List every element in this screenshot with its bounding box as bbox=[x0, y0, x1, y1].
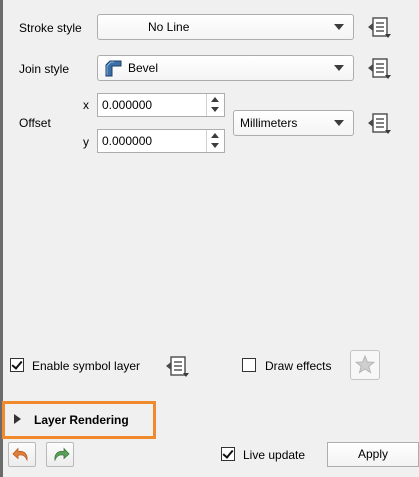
undo-icon bbox=[12, 447, 28, 462]
draw-effects-label: Draw effects bbox=[265, 359, 332, 373]
chevron-down-icon bbox=[334, 24, 344, 30]
arrow-down-icon[interactable] bbox=[211, 143, 219, 148]
offset-y-stepper[interactable] bbox=[206, 130, 224, 152]
enable-symbol-layer-checkbox[interactable] bbox=[10, 358, 24, 372]
arrow-up-icon[interactable] bbox=[211, 133, 219, 138]
join-style-data-defined-button[interactable] bbox=[365, 55, 393, 81]
arrow-up-icon[interactable] bbox=[211, 97, 219, 102]
offset-label: Offset bbox=[19, 116, 51, 130]
offset-x-stepper[interactable] bbox=[206, 94, 224, 116]
offset-unit-combo[interactable]: Millimeters bbox=[233, 110, 354, 136]
redo-button[interactable] bbox=[46, 442, 74, 467]
join-style-label: Join style bbox=[19, 62, 70, 76]
offset-y-label: y bbox=[83, 135, 89, 149]
draw-effects-checkbox[interactable] bbox=[242, 358, 256, 372]
apply-button[interactable]: Apply bbox=[327, 442, 419, 467]
checkmark-icon bbox=[222, 447, 234, 459]
offset-data-defined-button[interactable] bbox=[365, 110, 393, 136]
offset-y-spinbox[interactable]: 0.000000 bbox=[97, 129, 225, 153]
chevron-down-icon bbox=[334, 65, 344, 71]
offset-x-spinbox[interactable]: 0.000000 bbox=[97, 93, 225, 117]
offset-unit-value: Millimeters bbox=[240, 116, 298, 130]
stroke-style-value: No Line bbox=[148, 20, 190, 34]
stroke-style-combo[interactable]: No Line bbox=[97, 14, 354, 40]
arrow-down-icon[interactable] bbox=[211, 107, 219, 112]
enable-symbol-layer-data-defined-button[interactable] bbox=[163, 353, 191, 379]
bevel-join-icon bbox=[105, 60, 122, 80]
data-defined-override-icon bbox=[368, 17, 391, 38]
enable-symbol-layer-label: Enable symbol layer bbox=[32, 359, 141, 373]
data-defined-override-icon bbox=[368, 58, 391, 79]
live-update-checkbox[interactable] bbox=[221, 447, 235, 461]
triangle-right-icon[interactable] bbox=[14, 414, 21, 424]
stroke-style-label: Stroke style bbox=[19, 21, 82, 35]
layer-rendering-header[interactable]: Layer Rendering bbox=[34, 413, 129, 427]
star-icon bbox=[354, 354, 376, 374]
data-defined-override-icon bbox=[368, 113, 391, 134]
join-style-combo[interactable]: Bevel bbox=[97, 55, 354, 81]
redo-icon bbox=[54, 447, 70, 462]
chevron-down-icon bbox=[334, 120, 344, 126]
offset-y-value: 0.000000 bbox=[102, 134, 153, 148]
stroke-style-data-defined-button[interactable] bbox=[365, 14, 393, 40]
effects-settings-button[interactable] bbox=[350, 350, 380, 380]
offset-x-value: 0.000000 bbox=[102, 98, 153, 112]
undo-button[interactable] bbox=[8, 442, 36, 467]
offset-x-label: x bbox=[83, 98, 89, 112]
checkmark-icon bbox=[11, 358, 23, 370]
live-update-label: Live update bbox=[243, 448, 306, 462]
join-style-value: Bevel bbox=[128, 61, 159, 75]
data-defined-override-icon bbox=[166, 356, 189, 377]
